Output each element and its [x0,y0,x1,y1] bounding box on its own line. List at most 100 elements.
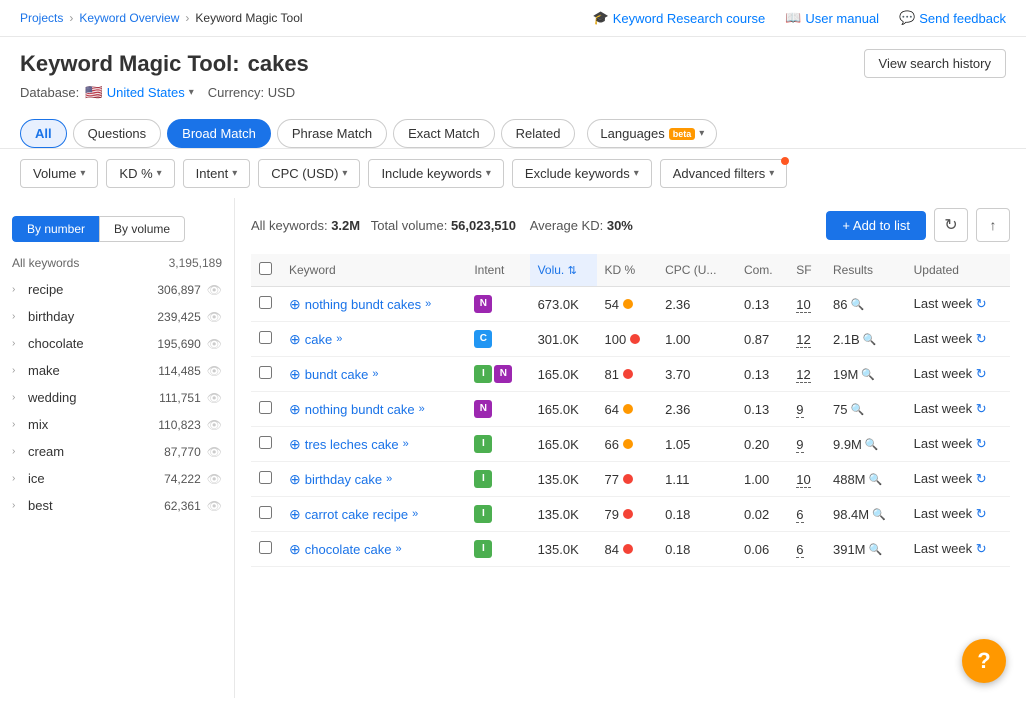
row-checkbox-0[interactable] [259,296,272,309]
select-all-checkbox[interactable] [259,262,272,275]
help-button[interactable]: ? [962,639,1006,683]
breadcrumb-projects[interactable]: Projects [20,11,63,25]
sf-link-4[interactable]: 9 [796,437,803,453]
user-manual-link[interactable]: 📖 User manual [785,10,879,26]
toggle-by-number[interactable]: By number [12,216,99,242]
row-checkbox-2[interactable] [259,366,272,379]
row-checkbox-6[interactable] [259,506,272,519]
header-updated: Updated [906,254,1010,287]
row-refresh-icon-4[interactable]: ↻ [976,436,987,451]
tab-questions[interactable]: Questions [73,119,162,148]
tab-all[interactable]: All [20,119,67,148]
sidebar-item-best[interactable]: › best 62,361 👁 [0,492,234,519]
tab-broad-match[interactable]: Broad Match [167,119,271,148]
row-com-cell: 0.06 [736,532,788,567]
sidebar-item-recipe[interactable]: › recipe 306,897 👁 [0,276,234,303]
keyword-link-4[interactable]: ⊕ tres leches cake » [289,436,458,453]
toggle-by-volume[interactable]: By volume [99,216,185,242]
sf-link-0[interactable]: 10 [796,297,810,313]
eye-icon-cream[interactable]: 👁 [207,445,222,459]
kd-dot-2 [623,369,633,379]
intent-filter[interactable]: Intent ▾ [183,159,251,188]
sidebar-item-ice[interactable]: › ice 74,222 👁 [0,465,234,492]
eye-icon-best[interactable]: 👁 [207,499,222,513]
eye-icon-make[interactable]: 👁 [207,364,222,378]
row-checkbox-3[interactable] [259,401,272,414]
page-title: Keyword Magic Tool: cakes [20,51,309,77]
results-icon-5: 🔍 [869,473,883,486]
sf-link-3[interactable]: 9 [796,402,803,418]
tab-exact-match[interactable]: Exact Match [393,119,495,148]
sidebar-item-make[interactable]: › make 114,485 👁 [0,357,234,384]
table-row: ⊕ tres leches cake » I 165.0K 66 1.05 0.… [251,427,1010,462]
header-cpc: CPC (U... [657,254,736,287]
kd-dot-7 [623,544,633,554]
row-refresh-icon-5[interactable]: ↻ [976,471,987,486]
advanced-filters[interactable]: Advanced filters ▾ [660,159,788,188]
row-checkbox-5[interactable] [259,471,272,484]
volume-chevron-icon: ▾ [80,168,85,179]
keyword-link-7[interactable]: ⊕ chocolate cake » [289,541,458,558]
header-sf: SF [788,254,825,287]
cpc-filter[interactable]: CPC (USD) ▾ [258,159,360,188]
tab-phrase-match[interactable]: Phrase Match [277,119,387,148]
export-button[interactable]: ↑ [976,208,1010,242]
volume-filter[interactable]: Volume ▾ [20,159,98,188]
sidebar-item-wedding[interactable]: › wedding 111,751 👁 [0,384,234,411]
row-refresh-icon-2[interactable]: ↻ [976,366,987,381]
breadcrumb-keyword-overview[interactable]: Keyword Overview [79,11,179,25]
row-refresh-icon-3[interactable]: ↻ [976,401,987,416]
row-sf-cell: 12 [788,322,825,357]
keyword-link-0[interactable]: ⊕ nothing bundt cakes » [289,296,458,313]
row-checkbox-1[interactable] [259,331,272,344]
include-keywords-filter[interactable]: Include keywords ▾ [368,159,503,188]
add-to-list-button[interactable]: + Add to list [826,211,926,240]
keyword-link-6[interactable]: ⊕ carrot cake recipe » [289,506,458,523]
sidebar-item-make-left: › make [12,363,60,378]
eye-icon-birthday[interactable]: 👁 [207,310,222,324]
results-value-5: 488M [833,472,866,487]
row-updated-cell: Last week ↻ [906,322,1010,357]
eye-icon-ice[interactable]: 👁 [207,472,222,486]
keyword-link-2[interactable]: ⊕ bundt cake » [289,366,458,383]
sidebar-item-birthday[interactable]: › birthday 239,425 👁 [0,303,234,330]
row-refresh-icon-1[interactable]: ↻ [976,331,987,346]
keyword-link-5[interactable]: ⊕ birthday cake » [289,471,458,488]
intent-chevron-icon: ▾ [232,168,237,179]
refresh-button[interactable]: ↻ [934,208,968,242]
sidebar-item-mix[interactable]: › mix 110,823 👁 [0,411,234,438]
main-content: By number By volume All keywords 3,195,1… [0,198,1026,698]
eye-icon-mix[interactable]: 👁 [207,418,222,432]
sf-link-6[interactable]: 6 [796,507,803,523]
languages-dropdown[interactable]: Languages beta ▾ [587,119,717,148]
sf-link-1[interactable]: 12 [796,332,810,348]
sidebar-item-cream[interactable]: › cream 87,770 👁 [0,438,234,465]
eye-icon-chocolate[interactable]: 👁 [207,337,222,351]
sf-link-7[interactable]: 6 [796,542,803,558]
view-history-button[interactable]: View search history [864,49,1006,78]
row-checkbox-7[interactable] [259,541,272,554]
sidebar-keyword-cream: cream [28,444,64,459]
tab-related[interactable]: Related [501,119,576,148]
sidebar-item-best-left: › best [12,498,53,513]
keyword-research-course-link[interactable]: 🎓 Keyword Research course [593,10,766,26]
keyword-link-3[interactable]: ⊕ nothing bundt cake » [289,401,458,418]
eye-icon-wedding[interactable]: 👁 [207,391,222,405]
row-cpc-cell: 0.18 [657,497,736,532]
send-feedback-link[interactable]: 💬 Send feedback [899,10,1006,26]
advanced-label: Advanced filters [673,166,766,181]
row-refresh-icon-6[interactable]: ↻ [976,506,987,521]
row-refresh-icon-7[interactable]: ↻ [976,541,987,556]
sf-link-5[interactable]: 10 [796,472,810,488]
sidebar-item-chocolate[interactable]: › chocolate 195,690 👁 [0,330,234,357]
row-refresh-icon-0[interactable]: ↻ [976,296,987,311]
eye-icon-recipe[interactable]: 👁 [207,283,222,297]
kd-filter[interactable]: KD % ▾ [106,159,174,188]
exclude-keywords-filter[interactable]: Exclude keywords ▾ [512,159,652,188]
sf-link-2[interactable]: 12 [796,367,810,383]
header-volume[interactable]: Volu. ⇅ [530,254,597,287]
keyword-link-1[interactable]: ⊕ cake » [289,331,458,348]
row-keyword-cell: ⊕ birthday cake » [281,462,466,497]
database-select[interactable]: 🇺🇸 United States ▾ [85,84,194,101]
row-checkbox-4[interactable] [259,436,272,449]
